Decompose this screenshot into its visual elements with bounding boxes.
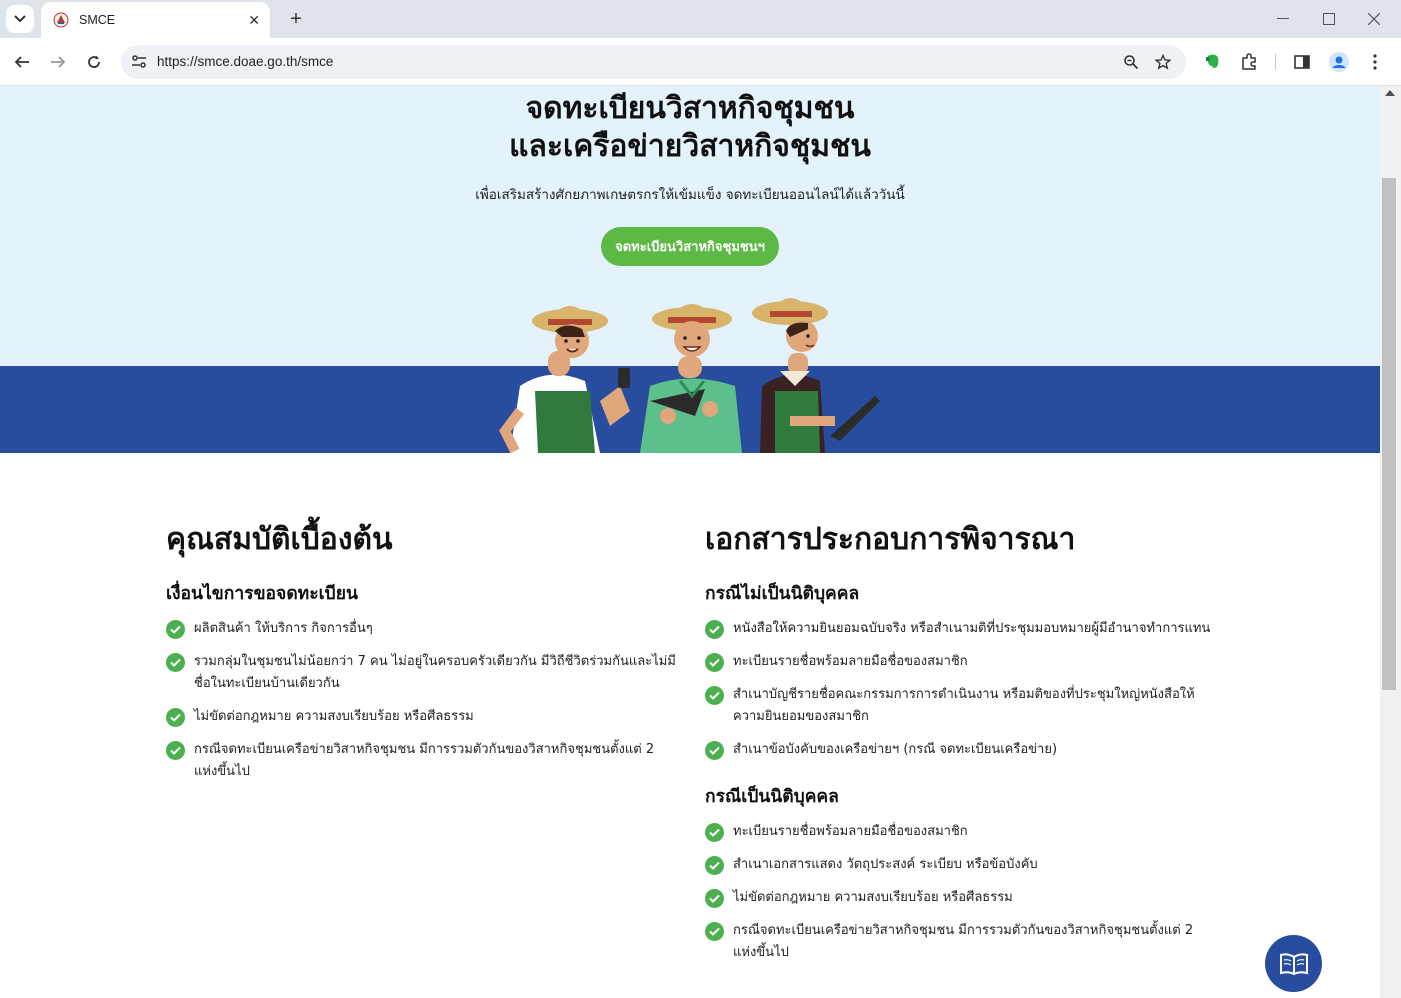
tab-close-icon[interactable]: ✕ xyxy=(248,12,260,29)
back-icon[interactable] xyxy=(10,50,34,74)
new-tab-button[interactable]: + xyxy=(283,6,309,32)
url-text: https://smce.doae.go.th/smce xyxy=(157,54,334,69)
browser-tab-bar: SMCE ✕ + xyxy=(0,0,1401,38)
browser-toolbar: https://smce.doae.go.th/smce xyxy=(0,38,1401,86)
menu-icon[interactable] xyxy=(1363,50,1387,74)
hero-title: จดทะเบียนวิสาหกิจชุมชน และเครือข่ายวิสาห… xyxy=(0,90,1380,166)
maximize-icon[interactable] xyxy=(1318,8,1340,30)
list-item: ทะเบียนรายชื่อพร้อมลายมือชื่อของสมาชิก xyxy=(705,821,1215,843)
list-item: ไม่ขัดต่อกฎหมาย ความสงบเรียบร้อย หรือศีล… xyxy=(166,706,676,728)
list-item: สำเนาข้อบังคับของเครือข่ายฯ (กรณี จดทะเบ… xyxy=(705,739,1215,761)
page-viewport: จดทะเบียนวิสาหกิจชุมชน และเครือข่ายวิสาห… xyxy=(0,86,1380,998)
address-bar[interactable]: https://smce.doae.go.th/smce xyxy=(121,45,1186,79)
profile-icon[interactable] xyxy=(1327,50,1351,74)
browser-tab[interactable]: SMCE ✕ xyxy=(41,2,270,38)
check-icon xyxy=(705,823,724,842)
farmer-left xyxy=(499,306,630,453)
qualifications-list: ผลิตสินค้า ให้บริการ กิจการอื่นๆ รวมกลุ่… xyxy=(166,618,676,783)
scroll-up-arrow-icon[interactable] xyxy=(1385,90,1395,96)
non-juristic-list: หนังสือให้ความยินยอมฉบับจริง หรือสำเนามต… xyxy=(705,618,1215,761)
side-panel-icon[interactable] xyxy=(1290,50,1314,74)
manual-book-button[interactable] xyxy=(1265,935,1322,992)
check-icon xyxy=(166,708,185,727)
documents-heading: เอกสารประกอบการพิจารณา xyxy=(705,522,1076,557)
minimize-icon[interactable] xyxy=(1272,8,1294,30)
check-icon xyxy=(705,686,724,705)
open-book-icon xyxy=(1279,952,1308,975)
hero-title-line1: จดทะเบียนวิสาหกิจชุมชน xyxy=(525,91,855,126)
check-icon xyxy=(166,653,185,672)
page-scrollbar[interactable] xyxy=(1380,86,1401,998)
extensions-icon[interactable] xyxy=(1237,50,1261,74)
list-item: สำเนาเอกสารแสดง วัตถุประสงค์ ระเบียบ หรื… xyxy=(705,854,1215,876)
list-item: กรณีจดทะเบียนเครือข่ายวิสาหกิจชุมชน มีกา… xyxy=(705,920,1215,964)
qualifications-heading: คุณสมบัติเบื้องต้น xyxy=(166,522,393,557)
check-icon xyxy=(705,653,724,672)
list-item: รวมกลุ่มในชุมชนไม่น้อยกว่า 7 คน ไม่อยู่ใ… xyxy=(166,651,676,695)
close-window-icon[interactable] xyxy=(1363,8,1385,30)
check-icon xyxy=(705,922,724,941)
list-item: หนังสือให้ความยินยอมฉบับจริง หรือสำเนามต… xyxy=(705,618,1215,640)
register-cta-button[interactable]: จดทะเบียนวิสาหกิจชุมชนฯ xyxy=(601,227,779,266)
check-icon xyxy=(166,620,185,639)
list-item: สำเนาบัญชีรายชื่อคณะกรรมการการดำเนินงาน … xyxy=(705,684,1215,728)
check-icon xyxy=(705,889,724,908)
hero-subtitle: เพื่อเสริมสร้างศักยภาพเกษตรกรให้เข้มแข็ง… xyxy=(475,187,905,203)
bookmark-star-icon[interactable] xyxy=(1151,50,1175,74)
non-juristic-subheading: กรณีไม่เป็นนิติบุคคล xyxy=(705,584,860,604)
scroll-thumb[interactable] xyxy=(1382,178,1396,690)
check-icon xyxy=(705,856,724,875)
tab-search-icon[interactable] xyxy=(6,5,34,33)
site-info-icon[interactable] xyxy=(127,50,151,74)
farmer-middle xyxy=(640,304,742,453)
list-item: ทะเบียนรายชื่อพร้อมลายมือชื่อของสมาชิก xyxy=(705,651,1215,673)
qualifications-subheading: เงื่อนไขการขอจดทะเบียน xyxy=(166,584,358,604)
forward-icon[interactable] xyxy=(46,50,70,74)
site-favicon-icon xyxy=(53,12,69,28)
hero-title-line2: และเครือข่ายวิสาหกิจชุมชน xyxy=(509,129,871,164)
reload-icon[interactable] xyxy=(82,50,106,74)
check-icon xyxy=(705,741,724,760)
farmer-right xyxy=(752,298,880,453)
list-item: ผลิตสินค้า ให้บริการ กิจการอื่นๆ xyxy=(166,618,676,640)
juristic-list: ทะเบียนรายชื่อพร้อมลายมือชื่อของสมาชิก ส… xyxy=(705,821,1215,964)
qualifications-section: คุณสมบัติเบื้องต้น เงื่อนไขการขอจดทะเบีย… xyxy=(166,520,676,794)
check-icon xyxy=(166,741,185,760)
juristic-subheading: กรณีเป็นนิติบุคคล xyxy=(705,787,839,807)
evernote-icon[interactable] xyxy=(1201,50,1225,74)
documents-section: เอกสารประกอบการพิจารณา กรณีไม่เป็นนิติบุ… xyxy=(705,520,1215,975)
three-farmers-illustration xyxy=(499,298,880,453)
toolbar-separator xyxy=(1275,54,1276,70)
check-icon xyxy=(705,620,724,639)
list-item: กรณีจดทะเบียนเครือข่ายวิสาหกิจชุมชน มีกา… xyxy=(166,739,676,783)
list-item: ไม่ขัดต่อกฎหมาย ความสงบเรียบร้อย หรือศีล… xyxy=(705,887,1215,909)
zoom-icon[interactable] xyxy=(1119,50,1143,74)
tab-title: SMCE xyxy=(79,13,116,27)
